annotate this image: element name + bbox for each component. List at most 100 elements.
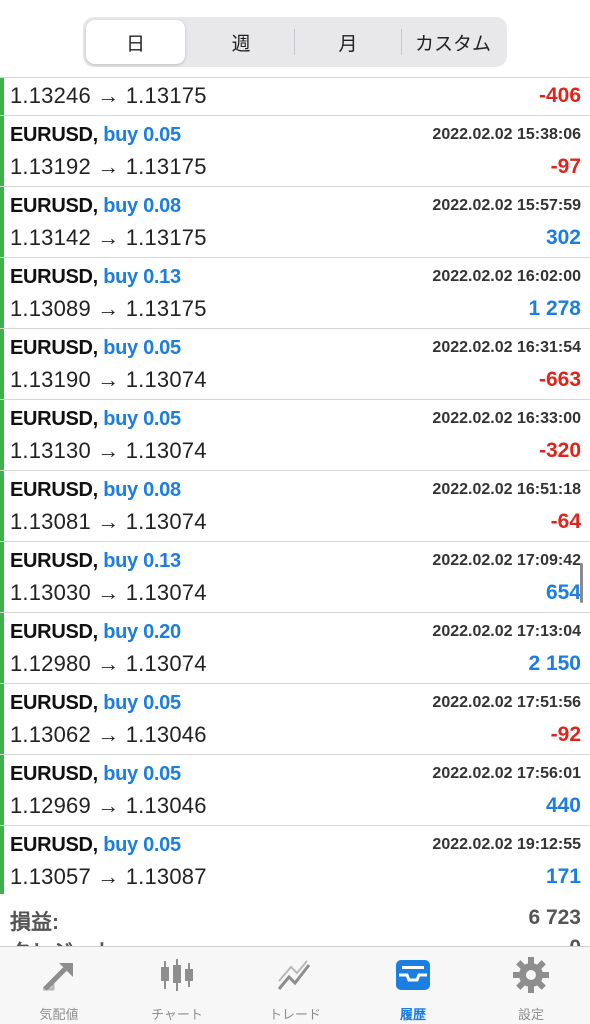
trade-row[interactable]: EURUSD, buy 0.05 2022.02.02 17:56:01 1.129…: [0, 755, 590, 826]
gear-icon: [513, 957, 549, 993]
trade-time: 2022.02.02 17:13:04: [432, 623, 581, 640]
buy-indicator-bar: [0, 329, 4, 399]
tab-week[interactable]: 週: [189, 20, 293, 64]
trade-symbol: EURUSD, buy 0.05: [10, 408, 181, 431]
trade-row[interactable]: EURUSD, buy 0.08 2022.02.02 16:51:18 1.130…: [0, 471, 590, 542]
trade-row[interactable]: EURUSD, buy 0.05 2022.02.02 17:51:56 1.130…: [0, 684, 590, 755]
symbol-name: EURUSD,: [10, 692, 98, 714]
period-header: 日 週 月 カスタム: [0, 0, 590, 77]
trade-prices: 1.13142 → 1.13175: [10, 225, 207, 250]
bottom-tab-bar: 気配値 チャート トレード 履歴 設定: [0, 946, 590, 1024]
trade-symbol: EURUSD, buy 0.05: [10, 834, 181, 857]
trade-row[interactable]: 1.13246 → 1.13175 -406: [0, 78, 590, 116]
summary-panel: 損益: 6 723 クレジット 0: [0, 894, 590, 949]
trade-side-volume: buy 0.05: [103, 408, 181, 430]
tab-label: 履歴: [399, 1007, 426, 1022]
symbol-name: EURUSD,: [10, 834, 98, 856]
trade-row[interactable]: EURUSD, buy 0.13 2022.02.02 16:02:00 1.130…: [0, 258, 590, 329]
trade-history-list[interactable]: 1.13246 → 1.13175 -406 EURUSD, buy 0.05 2…: [0, 77, 590, 894]
tab-custom[interactable]: カスタム: [402, 20, 504, 64]
symbol-name: EURUSD,: [10, 408, 98, 430]
candlestick-chart-icon: [161, 959, 193, 991]
buy-indicator-bar: [0, 613, 4, 683]
trade-prices: 1.13190 → 1.13074: [10, 367, 207, 392]
trade-row[interactable]: EURUSD, buy 0.05 2022.02.02 19:12:55 1.130…: [0, 826, 590, 894]
trade-prices: 1.13246 → 1.13175: [10, 83, 207, 108]
trade-prices: 1.13062 → 1.13046: [10, 722, 207, 747]
trade-profit: -92: [550, 723, 581, 746]
trade-symbol: EURUSD, buy 0.13: [10, 266, 181, 289]
trade-row[interactable]: EURUSD, buy 0.08 2022.02.02 15:57:59 1.131…: [0, 187, 590, 258]
trade-side-volume: buy 0.05: [103, 692, 181, 714]
trade-profit: -320: [538, 439, 581, 462]
trade-time: 2022.02.02 16:33:00: [432, 410, 581, 427]
trade-time: 2022.02.02 17:51:56: [432, 694, 581, 711]
trade-time: 2022.02.02 15:57:59: [432, 197, 581, 214]
period-segmented-control: 日 週 月 カスタム: [83, 17, 507, 67]
trade-side-volume: buy 0.13: [103, 550, 181, 572]
list-scrollbar[interactable]: [580, 563, 583, 603]
symbol-name: EURUSD,: [10, 550, 98, 572]
trade-profit: 171: [545, 865, 581, 888]
trade-symbol: EURUSD, buy 0.13: [10, 550, 181, 573]
trade-row[interactable]: EURUSD, buy 0.13 2022.02.02 17:09:42 1.130…: [0, 542, 590, 613]
trade-time: 2022.02.02 16:31:54: [432, 339, 581, 356]
trade-profit: -663: [538, 368, 581, 391]
trade-row[interactable]: EURUSD, buy 0.05 2022.02.02 16:31:54 1.131…: [0, 329, 590, 400]
trade-side-volume: buy 0.20: [103, 621, 181, 643]
trade-time: 2022.02.02 19:12:55: [432, 836, 581, 853]
tab-trade[interactable]: トレード: [236, 947, 354, 1024]
buy-indicator-bar: [0, 258, 4, 328]
trade-profit: 654: [545, 581, 581, 604]
trade-prices: 1.12969 → 1.13046: [10, 793, 207, 818]
tab-history[interactable]: 履歴: [354, 947, 472, 1024]
trade-prices: 1.13089 → 1.13175: [10, 296, 207, 321]
buy-indicator-bar: [0, 755, 4, 825]
trade-row[interactable]: EURUSD, buy 0.05 2022.02.02 16:33:00 1.131…: [0, 400, 590, 471]
history-inbox-icon: [396, 960, 430, 990]
tab-settings[interactable]: 設定: [472, 947, 590, 1024]
tab-month[interactable]: 月: [295, 20, 401, 64]
buy-indicator-bar: [0, 542, 4, 612]
trade-time: 2022.02.02 17:09:42: [432, 552, 581, 569]
trade-side-volume: buy 0.08: [103, 195, 181, 217]
trade-symbol: EURUSD, buy 0.05: [10, 763, 181, 786]
symbol-name: EURUSD,: [10, 266, 98, 288]
buy-indicator-bar: [0, 187, 4, 257]
symbol-name: EURUSD,: [10, 337, 98, 359]
symbol-name: EURUSD,: [10, 195, 98, 217]
trade-prices: 1.12980 → 1.13074: [10, 651, 207, 676]
trade-symbol: EURUSD, buy 0.08: [10, 195, 181, 218]
trade-profit: 440: [545, 794, 581, 817]
trade-profit: 1 278: [528, 297, 581, 320]
trade-side-volume: buy 0.05: [103, 337, 181, 359]
trade-symbol: EURUSD, buy 0.05: [10, 337, 181, 360]
tab-label: チャート: [151, 1007, 203, 1022]
trade-prices: 1.13081 → 1.13074: [10, 509, 207, 534]
trade-row[interactable]: EURUSD, buy 0.05 2022.02.02 15:38:06 1.131…: [0, 116, 590, 187]
tab-chart[interactable]: チャート: [118, 947, 236, 1024]
buy-indicator-bar: [0, 400, 4, 470]
trade-time: 2022.02.02 17:56:01: [432, 765, 581, 782]
trade-side-volume: buy 0.13: [103, 266, 181, 288]
trade-profit: 302: [545, 226, 581, 249]
trade-profit: -406: [538, 84, 581, 107]
symbol-name: EURUSD,: [10, 124, 98, 146]
trade-symbol: EURUSD, buy 0.05: [10, 692, 181, 715]
tab-day[interactable]: 日: [86, 20, 185, 64]
trade-profit: 2 150: [528, 652, 581, 675]
buy-indicator-bar: [0, 826, 4, 894]
trade-side-volume: buy 0.05: [103, 124, 181, 146]
buy-indicator-bar: [0, 684, 4, 754]
trade-side-volume: buy 0.05: [103, 834, 181, 856]
symbol-name: EURUSD,: [10, 763, 98, 785]
trade-time: 2022.02.02 16:51:18: [432, 481, 581, 498]
trade-symbol: EURUSD, buy 0.08: [10, 479, 181, 502]
buy-indicator-bar: [0, 78, 4, 115]
trade-prices: 1.13030 → 1.13074: [10, 580, 207, 605]
trade-prices: 1.13057 → 1.13087: [10, 864, 207, 889]
tab-quotes[interactable]: 気配値: [0, 947, 118, 1024]
trade-row[interactable]: EURUSD, buy 0.20 2022.02.02 17:13:04 1.129…: [0, 613, 590, 684]
trade-prices: 1.13130 → 1.13074: [10, 438, 207, 463]
trade-time: 2022.02.02 16:02:00: [432, 268, 581, 285]
